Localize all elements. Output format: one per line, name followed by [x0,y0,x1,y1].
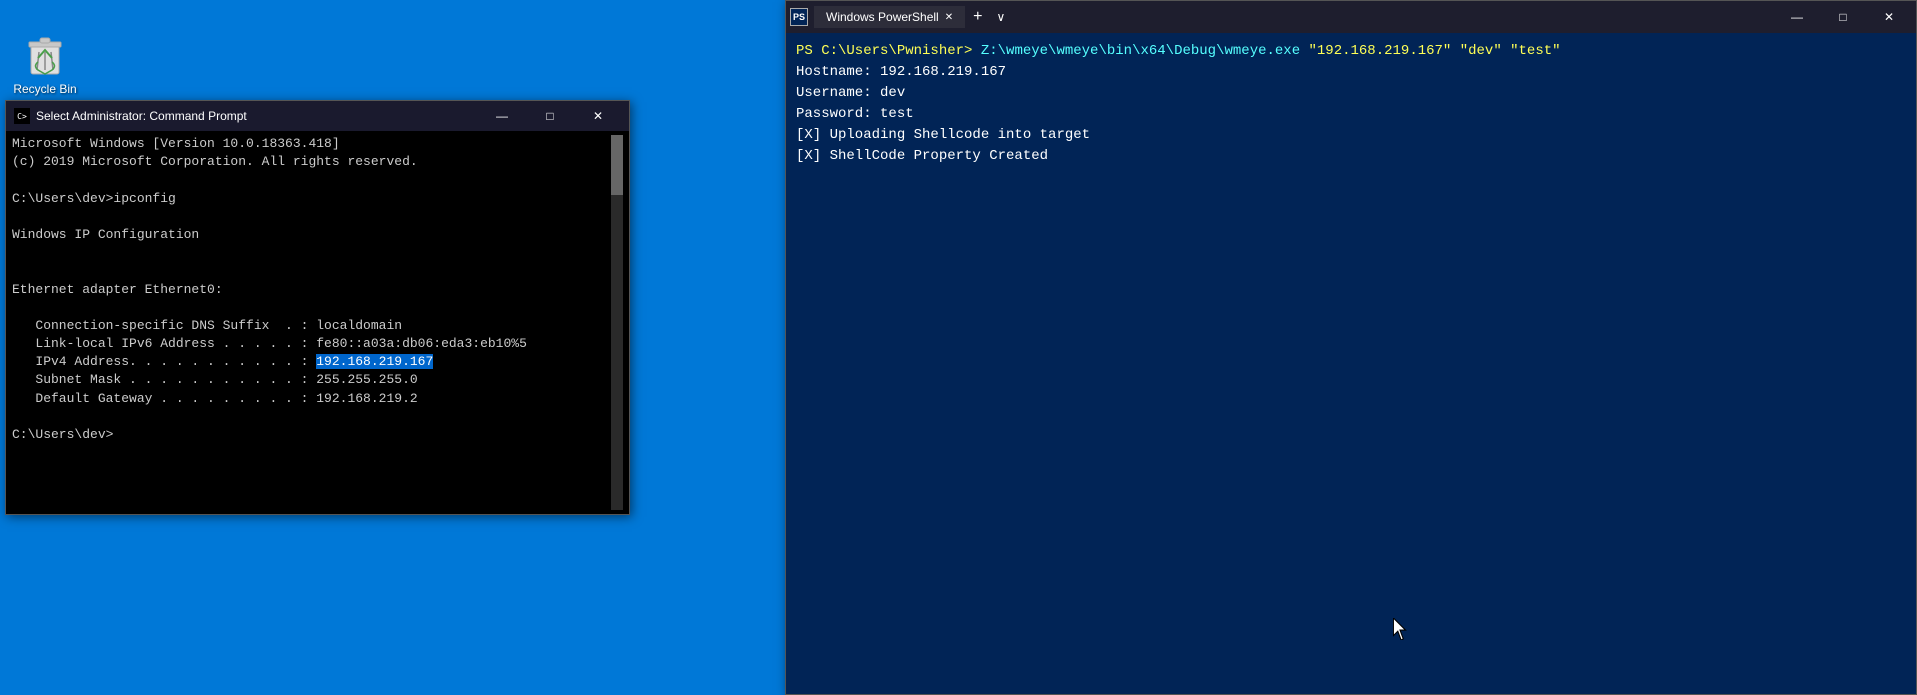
cmd-icon: C> [14,108,30,124]
cmd-maximize-button[interactable]: □ [527,101,573,131]
ps-output-username: Username: dev [796,85,905,101]
ps-tab-dropdown-arrow[interactable]: ∨ [990,10,1011,24]
desktop: Recycle Bin C> Select Administrator: Com… [0,0,1917,695]
ps-output-password: Password: test [796,106,914,122]
ps-add-tab-button[interactable]: + [965,8,990,26]
cmd-close-button[interactable]: ✕ [575,101,621,131]
cmd-body: Microsoft Windows [Version 10.0.18363.41… [6,131,629,514]
cmd-minimize-button[interactable]: — [479,101,525,131]
ps-body: PS C:\Users\Pwnisher> Z:\wmeye\wmeye\bin… [786,33,1916,694]
ps-command: Z:\wmeye\wmeye\bin\x64\Debug\wmeye.exe [981,43,1309,59]
ps-output-hostname: Hostname: 192.168.219.167 [796,64,1006,80]
ipv4-highlight: 192.168.219.167 [316,354,433,369]
ps-close-button[interactable]: ✕ [1866,2,1912,32]
cmd-titlebar: C> Select Administrator: Command Prompt … [6,101,629,131]
recycle-bin-label: Recycle Bin [13,82,76,96]
ps-titlebar: PS Windows PowerShell ✕ + ∨ — □ ✕ [786,1,1916,33]
ps-tab-label: Windows PowerShell [826,10,939,24]
ps-args: "192.168.219.167" "dev" "test" [1309,43,1561,59]
ps-output-shellcode: [X] ShellCode Property Created [796,148,1048,164]
ps-icon: PS [790,8,808,26]
ps-prompt: PS C:\Users\Pwnisher> [796,43,981,59]
cmd-window: C> Select Administrator: Command Prompt … [5,100,630,515]
ps-maximize-button[interactable]: □ [1820,2,1866,32]
recycle-bin-icon[interactable]: Recycle Bin [5,30,85,96]
ps-tab-close[interactable]: ✕ [945,12,953,23]
cmd-scrollbar[interactable] [611,135,623,510]
cmd-window-controls: — □ ✕ [479,101,621,131]
cmd-title: Select Administrator: Command Prompt [36,109,479,123]
ps-window: PS Windows PowerShell ✕ + ∨ — □ ✕ PS C:\… [785,0,1917,695]
cmd-scrollbar-thumb [611,135,623,195]
ps-output-upload: [X] Uploading Shellcode into target [796,127,1090,143]
recycle-bin-svg [21,30,69,78]
ps-minimize-button[interactable]: — [1774,2,1820,32]
cmd-line-1: Microsoft Windows [Version 10.0.18363.41… [12,136,527,442]
ps-tab[interactable]: Windows PowerShell ✕ [814,6,965,28]
cmd-content: Microsoft Windows [Version 10.0.18363.41… [12,135,611,510]
